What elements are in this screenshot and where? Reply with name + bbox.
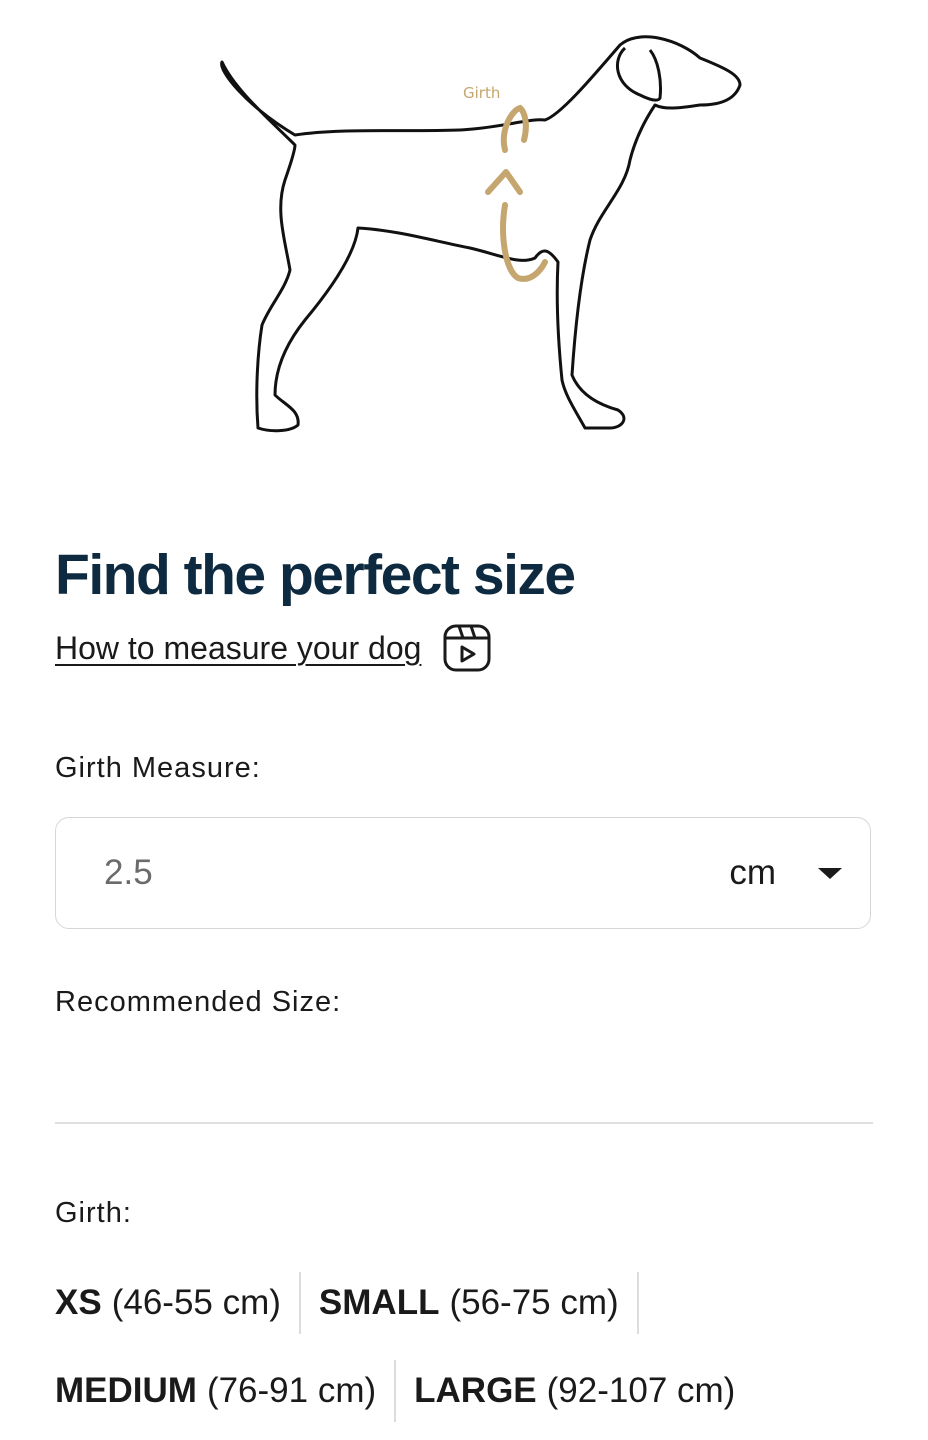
girth-sizes-label: Girth: [55, 1197, 132, 1229]
size-range: (92-107 cm) [546, 1371, 736, 1410]
recommended-size-label: Recommended Size: [55, 986, 342, 1018]
dog-girth-illustration: Girth [200, 20, 760, 450]
size-separator [636, 1272, 639, 1334]
size-medium: MEDIUM (76-91 cm) [55, 1360, 376, 1422]
size-large: LARGE (92-107 cm) [414, 1360, 735, 1422]
chevron-down-icon [818, 867, 842, 879]
video-play-icon[interactable] [441, 622, 493, 674]
size-row: XS (46-55 cm) SMALL (56-75 cm) [55, 1272, 657, 1334]
size-range: (46-55 cm) [111, 1283, 281, 1322]
size-range: (56-75 cm) [449, 1283, 619, 1322]
page-title: Find the perfect size [55, 543, 576, 607]
girth-measure-input[interactable] [102, 852, 626, 894]
unit-select[interactable]: cm [729, 853, 842, 893]
size-separator [394, 1360, 397, 1422]
girth-measure-label: Girth Measure: [55, 752, 261, 784]
size-name: MEDIUM [55, 1371, 197, 1410]
how-to-measure-link[interactable]: How to measure your dog [55, 630, 421, 667]
size-small: SMALL (56-75 cm) [319, 1272, 619, 1334]
size-name: XS [55, 1283, 102, 1322]
divider [55, 1122, 873, 1124]
girth-label: Girth [463, 84, 501, 102]
how-to-measure: How to measure your dog [55, 622, 493, 674]
size-row: MEDIUM (76-91 cm) LARGE (92-107 cm) [55, 1360, 735, 1422]
size-separator [298, 1272, 301, 1334]
unit-label: cm [729, 853, 776, 892]
size-name: SMALL [318, 1283, 440, 1322]
size-range: (76-91 cm) [206, 1371, 377, 1410]
size-xs: XS (46-55 cm) [55, 1272, 281, 1334]
girth-measure-field: cm [55, 817, 871, 929]
size-name: LARGE [414, 1371, 537, 1410]
